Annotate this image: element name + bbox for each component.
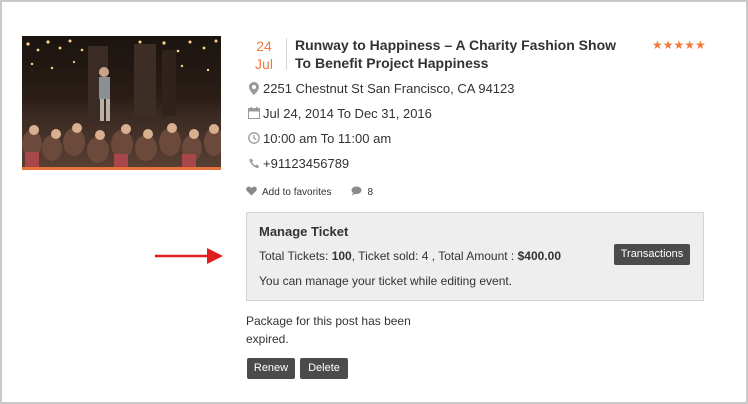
total-tickets-value: 100 <box>331 249 352 263</box>
phone-row: +91123456789 <box>246 154 349 172</box>
event-title[interactable]: Runway to Happiness – A Charity Fashion … <box>295 36 635 72</box>
manage-ticket-panel: Manage Ticket Total Tickets: 100, Ticket… <box>246 212 704 301</box>
comments-count[interactable]: 8 <box>351 186 373 199</box>
phone-icon <box>246 158 262 169</box>
map-pin-icon <box>246 81 262 95</box>
package-expired-message: Package for this post has been expired. <box>246 314 411 346</box>
event-thumbnail[interactable] <box>22 36 221 170</box>
transactions-button[interactable]: Transactions <box>614 244 690 265</box>
renew-button[interactable]: Renew <box>247 358 295 379</box>
date-divider <box>286 38 287 70</box>
comments-count-value: 8 <box>367 187 374 198</box>
calendar-icon <box>246 107 262 119</box>
clock-icon <box>246 132 262 144</box>
total-amount-value: $400.00 <box>517 249 561 263</box>
phone-text: +91123456789 <box>263 155 350 171</box>
date-range-text: Jul 24, 2014 To Dec 31, 2016 <box>263 105 432 121</box>
pointer-arrow <box>155 245 225 272</box>
fashion-show-image <box>22 39 221 170</box>
manage-ticket-note: You can manage your ticket while editing… <box>259 274 513 288</box>
time-row: 10:00 am To 11:00 am <box>246 129 391 147</box>
delete-button[interactable]: Delete <box>300 358 348 379</box>
address-row: 2251 Chestnut St San Francisco, CA 94123 <box>246 79 515 97</box>
date-day: 24 <box>256 38 272 54</box>
address-text: 2251 Chestnut St San Francisco, CA 94123 <box>263 80 515 96</box>
add-to-favorites-link[interactable]: Add to favorites <box>262 187 331 198</box>
time-range-text: 10:00 am To 11:00 am <box>263 130 392 146</box>
ticket-summary: Total Tickets: 100, Ticket sold: 4 , Tot… <box>259 249 561 263</box>
date-month: Jul <box>255 56 273 72</box>
rating-stars: ★★★★★ <box>652 38 706 52</box>
social-row: Add to favorites 8 <box>246 186 373 199</box>
event-date: 24 Jul <box>249 37 279 73</box>
ticket-sold-text: , Ticket sold: 4 , Total Amount : <box>351 249 518 263</box>
thumbnail-accent-bar <box>22 167 221 170</box>
manage-ticket-title: Manage Ticket <box>259 224 349 239</box>
comment-icon <box>351 186 362 199</box>
total-tickets-label: Total Tickets: <box>259 249 332 263</box>
heart-icon[interactable] <box>246 186 257 199</box>
date-range-row: Jul 24, 2014 To Dec 31, 2016 <box>246 104 432 122</box>
